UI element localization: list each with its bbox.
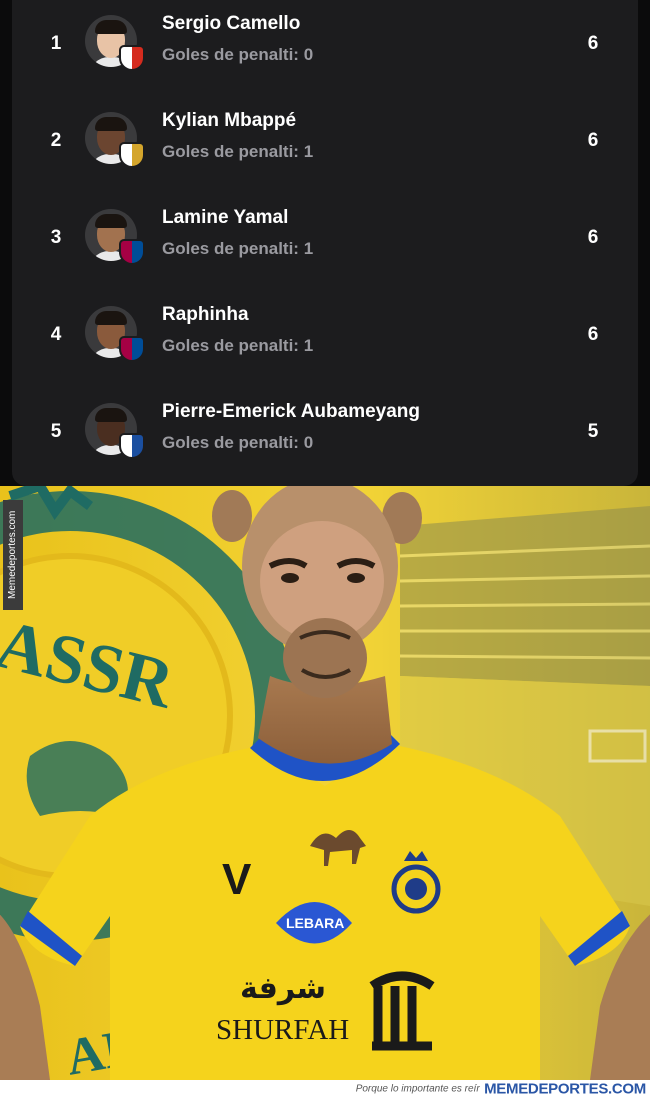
club-crest-icon	[119, 336, 145, 362]
scorer-row[interactable]: 3 Lamine Yamal Goles de penalti: 1 6	[12, 189, 638, 286]
player-name: Lamine Yamal	[162, 207, 289, 228]
footer-brand[interactable]: MEMEDEPORTES.COM	[484, 1080, 646, 1097]
scorer-row[interactable]: 1 Sergio Camello Goles de penalti: 0 6	[12, 0, 638, 92]
footer-tagline: Porque lo importante es reír	[355, 1083, 480, 1095]
sponsor-text: SHURFAH	[216, 1014, 349, 1046]
sponsor-badge: LEBARA	[286, 915, 344, 931]
rank-number: 2	[50, 130, 62, 151]
goals-count: 6	[587, 33, 599, 54]
rank-number: 4	[50, 324, 62, 345]
player-name: Pierre-Emerick Aubameyang	[162, 401, 421, 422]
kit-maker-logo: V	[222, 855, 252, 904]
scorer-row[interactable]: 5 Pierre-Emerick Aubameyang Goles de pen…	[12, 383, 638, 480]
goals-count: 5	[587, 421, 599, 442]
player-name: Raphinha	[162, 304, 249, 325]
scorers-panel: 1 Sergio Camello Goles de penalti: 0 6 2…	[0, 0, 650, 486]
club-crest-icon	[119, 433, 145, 459]
camel-jersey-illustration: ASSR ALL V LEBARA شرفة SHURFAH	[0, 486, 650, 1080]
meme-image: ASSR ALL V LEBARA شرفة SHURFAH	[0, 486, 650, 1080]
rank-number: 5	[50, 421, 62, 442]
club-crest-icon	[119, 45, 145, 71]
rank-number: 3	[50, 227, 62, 248]
sponsor-arabic: شرفة	[240, 971, 326, 1006]
rank-number: 1	[50, 33, 62, 54]
club-crest-icon	[119, 239, 145, 265]
player-name: Sergio Camello	[162, 13, 301, 34]
scorer-row[interactable]: 4 Raphinha Goles de penalti: 1 6	[12, 286, 638, 383]
footer-watermark: Porque lo importante es reír MEMEDEPORTE…	[0, 1080, 650, 1100]
scorers-list: 1 Sergio Camello Goles de penalti: 0 6 2…	[12, 0, 638, 486]
goals-count: 6	[587, 324, 599, 345]
scorer-row[interactable]: 2 Kylian Mbappé Goles de penalti: 1 6	[12, 92, 638, 189]
club-crest-icon	[119, 142, 145, 168]
side-watermark: Memedeportes.com	[3, 500, 23, 610]
penalty-goals-label: Goles de penalti: 1	[162, 239, 314, 258]
player-name: Kylian Mbappé	[162, 110, 297, 131]
penalty-goals-label: Goles de penalti: 0	[162, 45, 314, 64]
penalty-goals-label: Goles de penalti: 1	[162, 142, 314, 161]
goals-count: 6	[587, 130, 599, 151]
penalty-goals-label: Goles de penalti: 0	[162, 433, 314, 452]
penalty-goals-label: Goles de penalti: 1	[162, 336, 314, 355]
goals-count: 6	[587, 227, 599, 248]
